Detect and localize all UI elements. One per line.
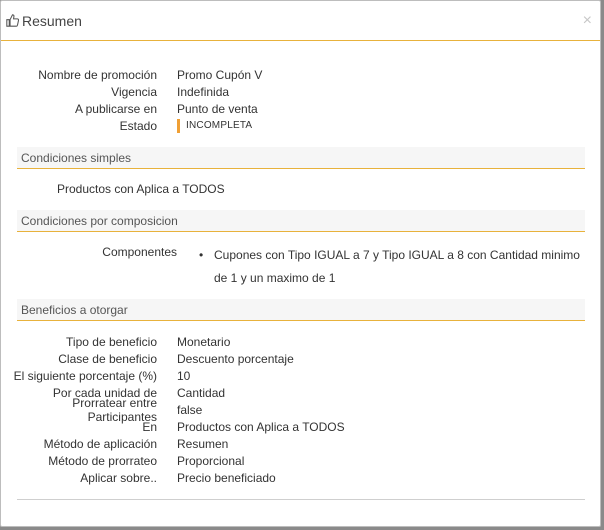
benefit-row: Clase de beneficio Descuento porcentaje: [1, 350, 602, 367]
components-list: • Cupones con Tipo IGUAL a 7 y Tipo IGUA…: [197, 244, 585, 290]
field-value: Resumen: [177, 436, 229, 451]
footer-divider: [17, 499, 585, 500]
status-indicator: [177, 118, 180, 133]
field-label: Método de prorrateo: [48, 453, 157, 468]
close-button[interactable]: ×: [583, 13, 592, 29]
promotion-summary: Nombre de promoción Promo Cupón V Vigenc…: [1, 66, 602, 134]
field-value: Monetario: [177, 334, 231, 349]
field-value: Indefinida: [177, 84, 230, 99]
field-value: Proporcional: [177, 453, 245, 468]
bullet-icon: •: [199, 248, 204, 262]
benefit-row: Método de aplicación Resumen: [1, 435, 602, 452]
field-value: Descuento porcentaje: [177, 351, 294, 366]
field-label: Aplicar sobre..: [80, 470, 157, 485]
field-label: Clase de beneficio: [58, 351, 157, 366]
field-label: Estado: [119, 118, 157, 133]
summary-row: A publicarse en Punto de venta: [1, 100, 602, 117]
field-label: A publicarse en: [74, 101, 157, 116]
field-label: Método de aplicación: [43, 436, 157, 451]
benefit-row: En Productos con Aplica a TODOS: [1, 418, 602, 435]
field-value: Precio beneficiado: [177, 470, 276, 485]
field-value: Productos con Aplica a TODOS: [177, 419, 345, 434]
components-label: Componentes: [102, 245, 177, 259]
summary-modal: Resumen × Nombre de promoción Promo Cupó…: [0, 0, 601, 527]
status-text: INCOMPLETA: [186, 120, 253, 131]
component-text: Cupones con Tipo IGUAL a 7 y Tipo IGUAL …: [214, 248, 580, 285]
summary-row: Estado INCOMPLETA: [1, 117, 602, 134]
field-value: Punto de venta: [177, 101, 258, 116]
list-item: • Cupones con Tipo IGUAL a 7 y Tipo IGUA…: [197, 244, 585, 290]
benefit-row: El siguiente porcentaje (%) 10: [1, 367, 602, 384]
summary-row: Vigencia Indefinida: [1, 83, 602, 100]
thumbs-up-icon: [5, 14, 19, 28]
section-header-composition: Condiciones por composicion: [17, 210, 585, 232]
benefit-row: Prorratear entre Participantes false: [1, 396, 602, 424]
modal-title: Resumen: [22, 12, 82, 29]
summary-row: Nombre de promoción Promo Cupón V: [1, 66, 602, 83]
benefit-row: Aplicar sobre.. Precio beneficiado: [1, 469, 602, 486]
modal-header: Resumen ×: [1, 1, 600, 41]
field-value: 10: [177, 368, 191, 383]
field-label: Tipo de beneficio: [66, 334, 157, 349]
benefit-row: Método de prorrateo Proporcional: [1, 452, 602, 469]
status-badge: INCOMPLETA: [177, 118, 253, 133]
field-value: Promo Cupón V: [177, 67, 263, 82]
section-header-benefits: Beneficios a otorgar: [17, 299, 585, 321]
field-label: Vigencia: [111, 84, 157, 99]
field-label: El siguiente porcentaje (%): [13, 368, 157, 383]
benefit-row: Tipo de beneficio Monetario: [1, 333, 602, 350]
field-label: En: [142, 419, 157, 434]
benefits-list: Tipo de beneficio Monetario Clase de bene…: [1, 333, 602, 486]
simple-conditions-text: Productos con Aplica a TODOS: [57, 182, 225, 196]
field-value: Cantidad: [177, 385, 226, 400]
field-label: Nombre de promoción: [38, 67, 157, 82]
section-header-simple: Condiciones simples: [17, 147, 585, 169]
field-value: false: [177, 402, 203, 417]
